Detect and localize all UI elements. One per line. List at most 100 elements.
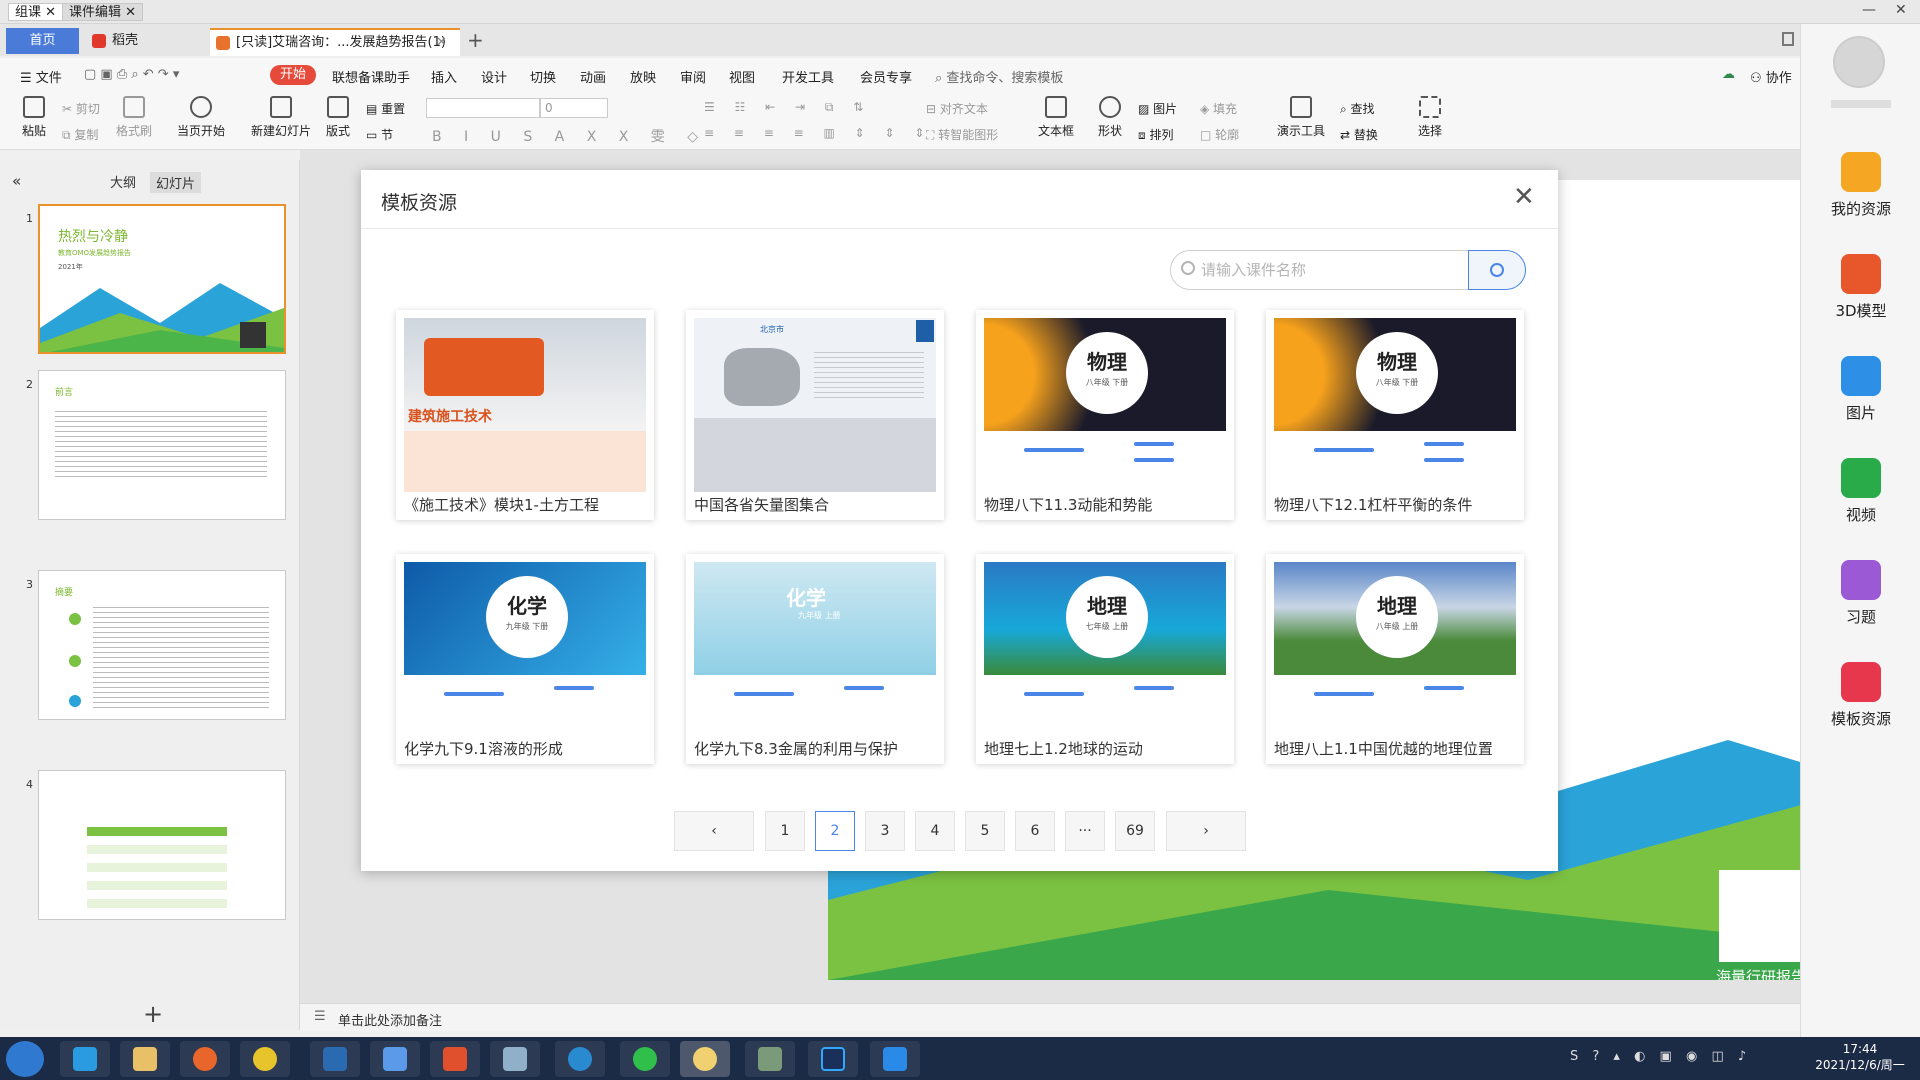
search-input[interactable] (1201, 259, 1441, 281)
avatar[interactable] (1833, 36, 1885, 88)
template-card[interactable]: 地理 八年级 上册 地理八上1.1中国优越的地理位置 (1266, 554, 1524, 764)
page-button[interactable]: 3 (865, 811, 905, 851)
font-family-select[interactable] (426, 98, 540, 118)
font-style-buttons[interactable]: B I U S A X X 雯 ◇ (432, 126, 707, 146)
picture-button[interactable]: ▨ 图片 (1138, 100, 1177, 117)
textbox-button[interactable]: 文本框 (1034, 96, 1078, 139)
slide-thumbnail-3[interactable]: 摘要 (38, 570, 286, 720)
collaborate-button[interactable]: ⚇ 协作 (1750, 67, 1792, 86)
menu-slideshow[interactable]: 放映 (630, 67, 656, 86)
sidebar-exercise[interactable]: 习题 (1801, 560, 1920, 627)
page-ellipsis[interactable]: ··· (1065, 811, 1105, 851)
close-icon[interactable]: ✕ (1513, 182, 1535, 212)
new-slide-button[interactable]: 新建幻灯片 (248, 96, 314, 139)
tab-home[interactable]: 首页 (6, 28, 79, 54)
sidebar-template-resources[interactable]: 模板资源 (1801, 662, 1920, 729)
taskbar-app[interactable] (370, 1041, 420, 1077)
top-tab-courseware-edit[interactable]: 课件编辑 ✕ (62, 3, 144, 21)
taskbar-search-app[interactable] (555, 1041, 605, 1077)
tab-slides[interactable]: 幻灯片 (150, 172, 202, 193)
menu-review[interactable]: 审阅 (680, 67, 706, 86)
tab-docer[interactable]: 稻壳 (86, 28, 206, 56)
template-card[interactable]: 北京市 中国各省矢量图集合 (686, 310, 944, 520)
taskbar-notes[interactable] (490, 1041, 540, 1077)
outline-button[interactable]: □ 轮廓 (1200, 126, 1239, 143)
template-card[interactable]: 物理 八年级 下册 物理八下11.3动能和势能 (976, 310, 1234, 520)
taskbar-active-app[interactable] (680, 1041, 730, 1077)
select-button[interactable]: 选择 (1410, 96, 1450, 139)
cut-button[interactable]: ✂ 剪切 (62, 100, 100, 117)
system-tray-icons[interactable]: S ? ▴ ◐ ▣ ◉ ◫ ♪ (1570, 1049, 1751, 1064)
taskbar-am[interactable] (310, 1041, 360, 1077)
menu-member[interactable]: 会员专享 (860, 67, 912, 86)
menu-animation[interactable]: 动画 (580, 67, 606, 86)
font-size-select[interactable]: 0 (540, 98, 608, 118)
smart-art-button[interactable]: ⛶ 转智能图形 (926, 126, 998, 143)
slide-thumbnail-4[interactable] (38, 770, 286, 920)
sidebar-video[interactable]: 视频 (1801, 458, 1920, 525)
copy-button[interactable]: ⧉ 复制 (62, 126, 98, 143)
search-button[interactable] (1468, 250, 1526, 290)
minimize-icon[interactable]: — (1862, 2, 1876, 18)
close-tab-icon[interactable]: ✕ (436, 30, 447, 56)
section-button[interactable]: ▭ 节 (366, 126, 393, 143)
page-button[interactable]: 69 (1115, 811, 1155, 851)
taskbar-k-app[interactable] (870, 1041, 920, 1077)
align-text-button[interactable]: ⊟ 对齐文本 (926, 100, 988, 117)
taskbar-h-app[interactable] (430, 1041, 480, 1077)
prev-page-button[interactable]: ‹ (674, 811, 754, 851)
taskbar-explorer[interactable] (120, 1041, 170, 1077)
quick-access-icons[interactable]: ▢ ▣ ⎙ ⌕ ↶ ↷ ▾ (84, 67, 179, 82)
layout-button[interactable]: 版式 (320, 96, 356, 139)
template-card[interactable]: 物理 八年级 下册 物理八下12.1杠杆平衡的条件 (1266, 310, 1524, 520)
page-button[interactable]: 6 (1015, 811, 1055, 851)
replace-button[interactable]: ⇄ 替换 (1340, 126, 1378, 143)
menu-view[interactable]: 视图 (729, 67, 755, 86)
slide-thumbnail-1[interactable]: 热烈与冷静 教育OMO发展趋势报告 2021年 (38, 204, 286, 354)
cloud-sync-icon[interactable]: ☁ (1722, 67, 1735, 82)
page-button[interactable]: 4 (915, 811, 955, 851)
collapse-panel-icon[interactable]: « (12, 172, 21, 190)
taskbar-wechat[interactable] (620, 1041, 670, 1077)
arrange-button[interactable]: ⧈ 排列 (1138, 126, 1173, 143)
slide-thumbnail-2[interactable]: 前言 (38, 370, 286, 520)
taskbar-monitor[interactable] (745, 1041, 795, 1077)
format-painter-button[interactable]: 格式刷 (112, 96, 156, 139)
tab-outline[interactable]: 大纲 (110, 172, 136, 191)
taskbar-firefox[interactable] (180, 1041, 230, 1077)
reset-button[interactable]: ▤ 重置 (366, 100, 405, 117)
taskbar-chrome[interactable] (240, 1041, 290, 1077)
menu-file[interactable]: ☰ 文件 (20, 67, 62, 86)
fill-button[interactable]: ◈ 填充 (1200, 100, 1237, 117)
sidebar-3d-model[interactable]: 3D模型 (1801, 254, 1920, 321)
paragraph-align-buttons[interactable]: ≡ ≡ ≡ ≡ ▥ ⇕ ⇕ ⇕ (704, 126, 932, 140)
page-button[interactable]: 1 (765, 811, 805, 851)
add-slide-icon[interactable]: + (143, 1000, 163, 1028)
sidebar-my-resources[interactable]: 我的资源 (1801, 152, 1920, 219)
close-window-icon[interactable]: ✕ (1895, 2, 1907, 18)
page-button[interactable]: 5 (965, 811, 1005, 851)
presentation-tools-button[interactable]: 演示工具 (1270, 96, 1332, 139)
window-layout-icon[interactable] (1782, 32, 1794, 46)
menu-transition[interactable]: 切换 (530, 67, 556, 86)
list-buttons[interactable]: ☰ ☷ ⇤ ⇥ ⧉ ⇅ (704, 100, 871, 115)
sidebar-picture[interactable]: 图片 (1801, 356, 1920, 423)
notes-area[interactable]: ☰ 单击此处添加备注 (300, 1003, 1800, 1031)
next-page-button[interactable]: › (1166, 811, 1246, 851)
top-tab-group-course[interactable]: 组课 ✕ (8, 3, 64, 21)
menu-insert[interactable]: 插入 (431, 67, 457, 86)
shape-button[interactable]: 形状 (1090, 96, 1130, 139)
menu-design[interactable]: 设计 (481, 67, 507, 86)
paste-button[interactable]: 粘贴 (14, 96, 54, 139)
start-button[interactable] (6, 1041, 44, 1077)
clock[interactable]: 17:44 2021/12/6/周一 (1800, 1041, 1920, 1073)
tab-document[interactable]: [只读]艾瑞咨询：...发展趋势报告(1) ✕ (210, 28, 460, 56)
new-tab-icon[interactable]: + (467, 28, 484, 52)
start-from-current-button[interactable]: 当页开始 (170, 96, 232, 139)
template-card[interactable]: 化学 九年级 上册 化学九下8.3金属的利用与保护 (686, 554, 944, 764)
command-search[interactable]: ⌕ 查找命令、搜索模板 (935, 67, 1063, 86)
menu-lenovo-assistant[interactable]: 联想备课助手 (332, 67, 410, 86)
page-button-current[interactable]: 2 (815, 811, 855, 851)
taskbar-photoshop[interactable] (808, 1041, 858, 1077)
taskbar-ie[interactable] (60, 1041, 110, 1077)
